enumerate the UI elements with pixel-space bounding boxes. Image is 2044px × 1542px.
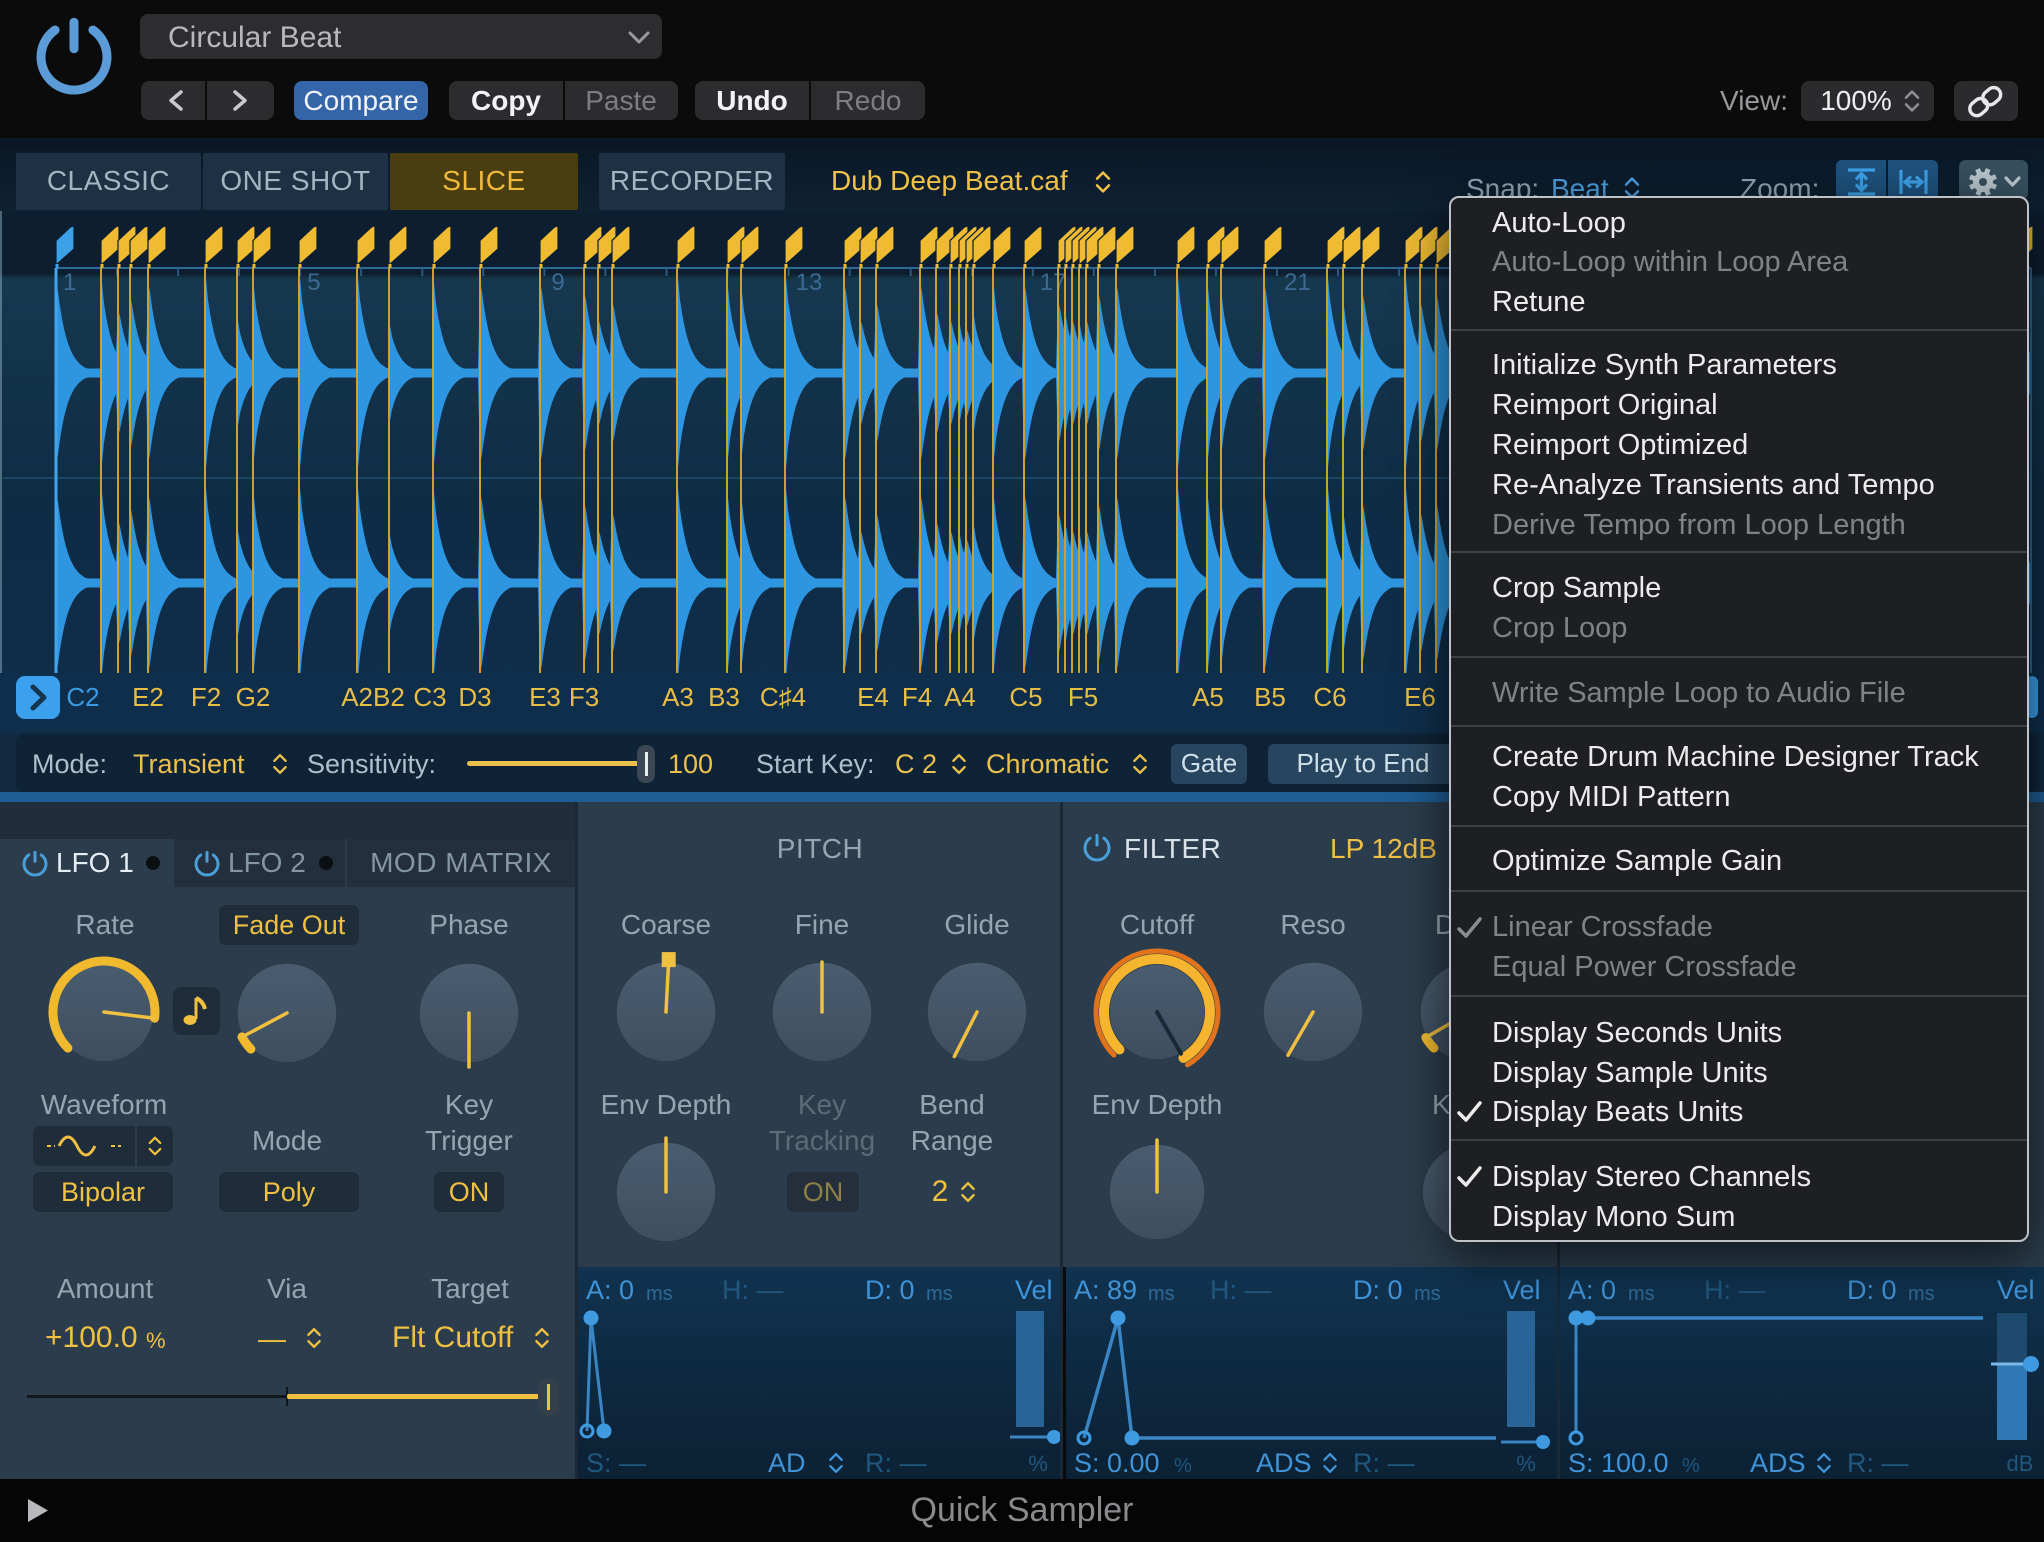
svg-text:21: 21 — [1284, 269, 1311, 296]
svg-text:13: 13 — [796, 269, 823, 296]
svg-text:17: 17 — [1040, 269, 1067, 296]
svg-text:5: 5 — [307, 269, 320, 296]
svg-text:9: 9 — [551, 269, 564, 296]
svg-text:1: 1 — [63, 269, 76, 296]
